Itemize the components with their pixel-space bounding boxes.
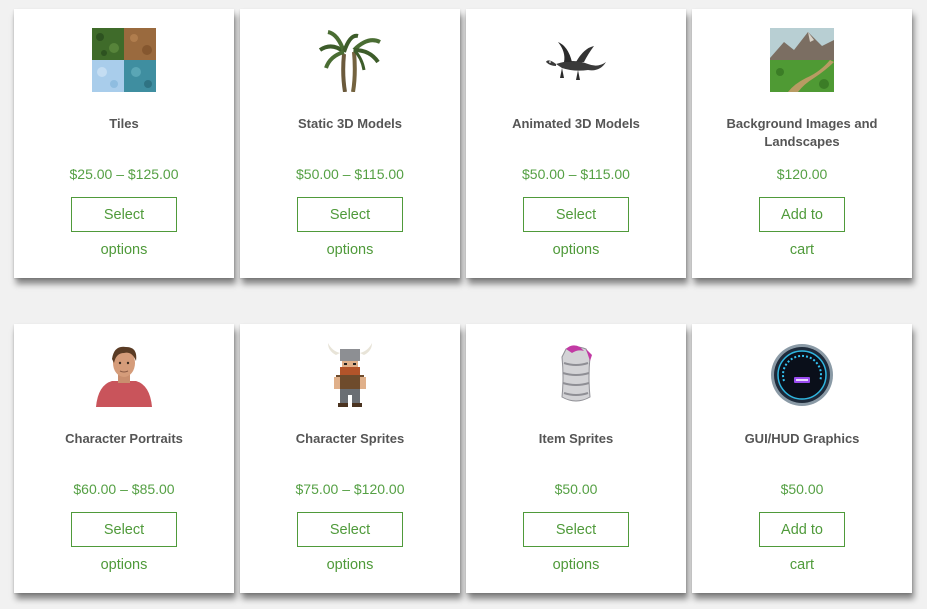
product-price: $50.00 – $115.00 (522, 166, 630, 182)
product-card: Item Sprites $50.00 Select options (466, 324, 686, 593)
product-grid: Tiles $25.00 – $125.00 Select options St… (0, 0, 927, 609)
product-price: $120.00 (776, 166, 828, 182)
tiles-icon[interactable] (92, 28, 156, 92)
select-options-button[interactable]: Select options (297, 197, 403, 258)
viking-sprite-icon[interactable] (318, 343, 382, 407)
product-title[interactable]: Tiles (28, 115, 220, 133)
product-card: Character Portraits $60.00 – $85.00 Sele… (14, 324, 234, 593)
product-card: Background Images and Landscapes $120.00… (692, 9, 912, 278)
select-options-button[interactable]: Select options (523, 512, 629, 573)
armor-icon[interactable] (544, 343, 608, 407)
product-card: Static 3D Models $50.00 – $115.00 Select… (240, 9, 460, 278)
portrait-icon[interactable] (92, 343, 156, 407)
dragon-icon[interactable] (544, 28, 608, 92)
select-options-button[interactable]: Select options (71, 512, 177, 573)
landscape-icon[interactable] (770, 28, 834, 92)
select-options-button[interactable]: Select options (297, 512, 403, 573)
product-title[interactable]: Character Sprites (254, 430, 446, 448)
product-price: $75.00 – $120.00 (295, 481, 405, 497)
product-title[interactable]: Animated 3D Models (480, 115, 672, 133)
product-price: $60.00 – $85.00 (73, 481, 175, 497)
product-card: Tiles $25.00 – $125.00 Select options (14, 9, 234, 278)
product-card: GUI/HUD Graphics $50.00 Add to cart (692, 324, 912, 593)
product-card: Character Sprites $75.00 – $120.00 Selec… (240, 324, 460, 593)
product-title[interactable]: Static 3D Models (254, 115, 446, 133)
select-options-button[interactable]: Select options (71, 197, 177, 258)
select-options-button[interactable]: Select options (523, 197, 629, 258)
product-price: $25.00 – $125.00 (69, 166, 179, 182)
add-to-cart-button[interactable]: Add to cart (759, 512, 845, 573)
product-price: $50.00 – $115.00 (296, 166, 404, 182)
add-to-cart-button[interactable]: Add to cart (759, 197, 845, 258)
product-card: Animated 3D Models $50.00 – $115.00 Sele… (466, 9, 686, 278)
product-title[interactable]: Character Portraits (28, 430, 220, 448)
product-title[interactable]: Background Images and Landscapes (706, 115, 898, 151)
palm-tree-icon[interactable] (318, 28, 382, 92)
product-price: $50.00 (554, 481, 598, 497)
product-price: $50.00 (780, 481, 824, 497)
gauge-icon[interactable] (770, 343, 834, 407)
product-title[interactable]: GUI/HUD Graphics (706, 430, 898, 448)
product-title[interactable]: Item Sprites (480, 430, 672, 448)
